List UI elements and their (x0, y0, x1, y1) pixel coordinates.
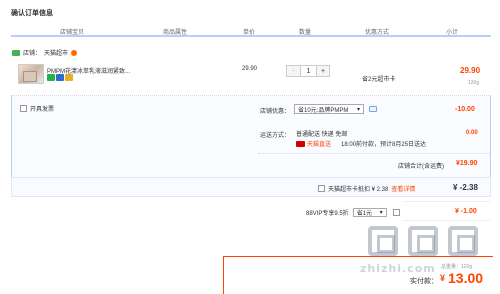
store-coupon-amount: -10.00 (455, 106, 475, 113)
divider (404, 201, 490, 202)
vip-checkbox[interactable] (392, 209, 400, 216)
supermarket-card-row (11, 177, 491, 197)
store-row: 店铺： 天猫超市 (12, 48, 78, 57)
page-title: 确认订单信息 (11, 10, 53, 17)
store-coupon-select[interactable]: 省10元:品牌PMPM ▾ (294, 104, 364, 114)
payment-label: 实付款： (410, 278, 438, 285)
invoice-option[interactable]: 开具发票 (20, 104, 54, 113)
shipping-fee: 0.00 (466, 130, 478, 136)
guarantee-icon[interactable] (56, 74, 64, 81)
supermarket-card-amount: ¥ -2.38 (453, 183, 478, 192)
divider (404, 220, 490, 221)
store-name[interactable]: 天猫超市 (44, 48, 68, 57)
payment-currency: ¥ (440, 273, 446, 283)
store-total-amount: ¥19.90 (456, 160, 478, 167)
chevron-down-icon: ▾ (356, 106, 360, 113)
quantity-plus-button[interactable]: + (316, 66, 329, 76)
invoice-label: 开具发票 (30, 107, 55, 113)
vip-label: 88VIP专享9.5折 (306, 211, 349, 217)
store-label: 店铺： (23, 51, 42, 57)
store-coupon-value: 省10元:品牌PMPM (298, 107, 349, 114)
item-weight: 120g (468, 80, 480, 86)
total-weight: 总重量：120g (441, 263, 472, 270)
supermarket-card-checkbox[interactable] (318, 185, 325, 192)
store-icon (12, 49, 20, 56)
supermarket-card-option[interactable]: 天猫超市卡抵扣 ¥ 2.38 查看详情 (318, 184, 415, 193)
quantity-stepper: - 1 + (286, 65, 330, 77)
item-subtotal: 29.90 (460, 66, 481, 75)
item-promotion: 省2元超市卡 (362, 77, 396, 83)
supermarket-card-label: 天猫超市卡抵扣 ¥ 2.38 (328, 187, 389, 193)
seven-day-return-icon[interactable] (47, 74, 55, 81)
quantity-minus-button[interactable]: - (287, 66, 300, 76)
store-total-divider (258, 153, 490, 154)
product-thumbnail[interactable] (18, 64, 44, 84)
watermark-logo-icon (368, 226, 398, 256)
chevron-down-icon: ▾ (379, 210, 383, 216)
payment-amount: 13.00 (448, 270, 484, 286)
points-icon[interactable] (65, 74, 73, 81)
store-coupon-label: 店铺优惠： (260, 109, 291, 115)
carrier-name: 天猫直送 (307, 142, 332, 148)
vip-select[interactable]: 省1元 ▾ (352, 208, 387, 217)
comment-icon[interactable] (369, 106, 377, 112)
vip-value: 省1元 (356, 211, 373, 217)
shipping-method[interactable]: 普通配送 快递 免邮 (296, 129, 347, 138)
vip-amount: ¥ -1.00 (455, 208, 477, 215)
watermark-logo-icon (408, 226, 438, 256)
quantity-input[interactable]: 1 (300, 66, 316, 76)
delivery-eta: 18:00前付款，预计8月25日送达 (341, 142, 427, 148)
service-badges (47, 74, 73, 81)
shipping-label: 运送方式： (260, 133, 291, 139)
watermark-logo-icon (448, 226, 478, 256)
invoice-checkbox[interactable] (20, 105, 27, 112)
header-divider (11, 35, 491, 37)
shipping-eta-row: 天猫直送 18:00前付款，预计8月25日送达 (296, 139, 426, 148)
unit-price: 29.90 (242, 66, 258, 72)
tmall-icon (71, 49, 78, 56)
supermarket-card-details-link[interactable]: 查看详情 (391, 184, 415, 193)
vip-discount-row: 88VIP专享9.5折 省1元 ▾ (306, 208, 400, 217)
store-total-label: 店铺合计(含运费) (398, 164, 444, 170)
tmall-direct-icon (296, 140, 305, 147)
